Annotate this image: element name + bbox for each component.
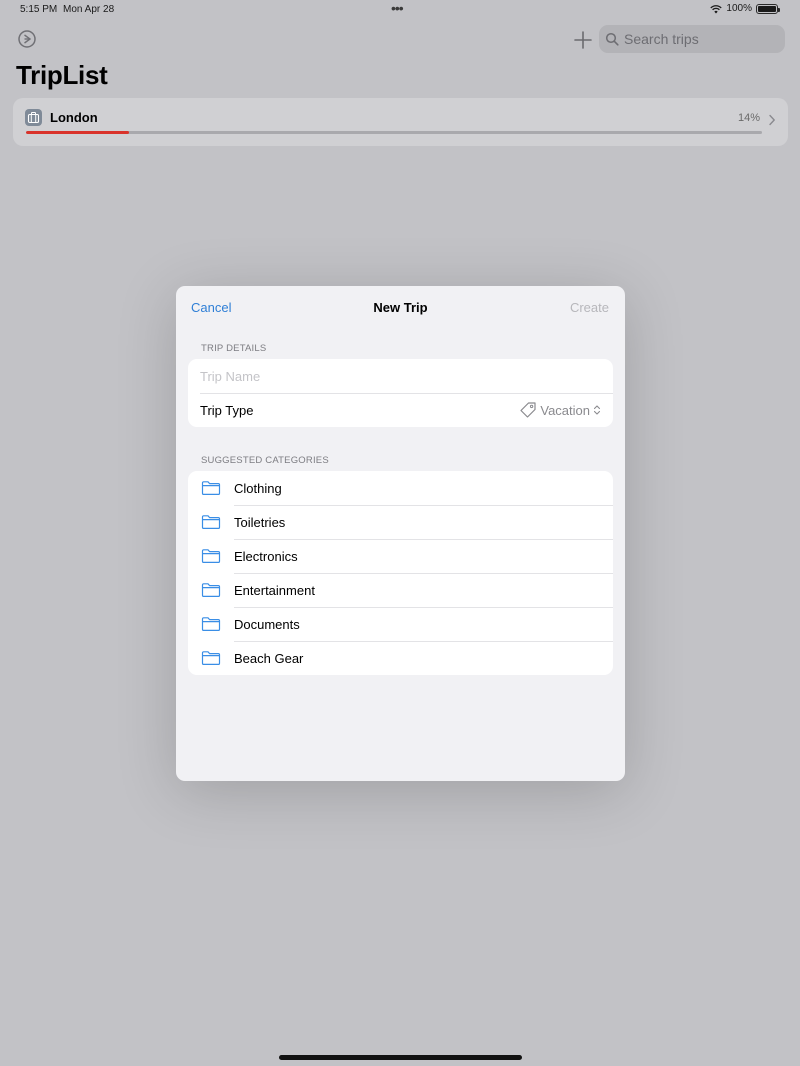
trip-progress-fill (26, 131, 130, 134)
category-label: Clothing (234, 481, 282, 496)
battery-percent: 100% (726, 3, 752, 14)
category-row-documents[interactable]: Documents (188, 607, 613, 641)
add-trip-icon[interactable] (572, 29, 594, 51)
sheet-title: New Trip (373, 300, 428, 315)
tag-icon (520, 402, 536, 418)
category-label: Documents (234, 617, 300, 632)
trip-details-group: Trip Type Vacation (188, 359, 613, 427)
search-field[interactable] (599, 25, 785, 53)
folder-icon (201, 481, 221, 495)
trip-type-picker[interactable]: Vacation (519, 401, 601, 419)
home-indicator[interactable] (279, 1055, 522, 1060)
folder-icon (201, 583, 221, 597)
new-trip-sheet: Cancel New Trip Create TRIP DETAILS Trip… (176, 286, 625, 781)
trip-type-value: Vacation (540, 402, 590, 418)
suggested-categories-group: Clothing Toiletries Electronics Entertai… (188, 471, 613, 675)
trip-progress-percent: 14% (737, 112, 760, 124)
category-label: Electronics (234, 549, 298, 564)
wifi-icon (710, 4, 723, 13)
category-row-toiletries[interactable]: Toiletries (188, 505, 613, 539)
status-indicators: 100% (710, 3, 780, 14)
status-bar: 5:15 PM Mon Apr 28 ••• 100% (0, 0, 800, 22)
page-title: TripList (16, 60, 108, 90)
multitasking-dots[interactable]: ••• (391, 0, 404, 16)
trip-row-london[interactable]: London 14% (13, 98, 788, 146)
folder-icon (201, 617, 221, 631)
trip-type-label: Trip Type (200, 403, 254, 418)
status-date: Mon Apr 28 (63, 4, 115, 15)
trip-name-field[interactable] (200, 359, 600, 393)
trip-type-row[interactable]: Trip Type Vacation (188, 393, 613, 427)
chevron-up-down-icon (593, 405, 601, 415)
category-row-clothing[interactable]: Clothing (188, 471, 613, 505)
suitcase-icon (25, 109, 42, 126)
status-time: 5:15 PM (20, 4, 58, 15)
suggested-categories-header: SUGGESTED CATEGORIES (201, 455, 329, 466)
category-label: Toiletries (234, 515, 286, 530)
folder-icon (201, 515, 221, 529)
category-row-electronics[interactable]: Electronics (188, 539, 613, 573)
trip-name: London (50, 110, 98, 125)
sidebar-toggle-icon[interactable] (17, 29, 37, 49)
trip-details-header: TRIP DETAILS (201, 343, 267, 354)
create-button[interactable]: Create (570, 300, 609, 315)
trip-name-row[interactable] (188, 359, 613, 393)
category-row-beach-gear[interactable]: Beach Gear (188, 641, 613, 675)
chevron-right-icon (769, 114, 775, 126)
battery-icon (756, 3, 780, 14)
category-label: Beach Gear (234, 651, 304, 666)
category-row-entertainment[interactable]: Entertainment (188, 573, 613, 607)
category-label: Entertainment (234, 583, 315, 598)
search-input[interactable] (624, 31, 774, 47)
search-icon (605, 32, 619, 46)
folder-icon (201, 651, 221, 665)
folder-icon (201, 549, 221, 563)
trip-progress-bar (26, 131, 762, 134)
